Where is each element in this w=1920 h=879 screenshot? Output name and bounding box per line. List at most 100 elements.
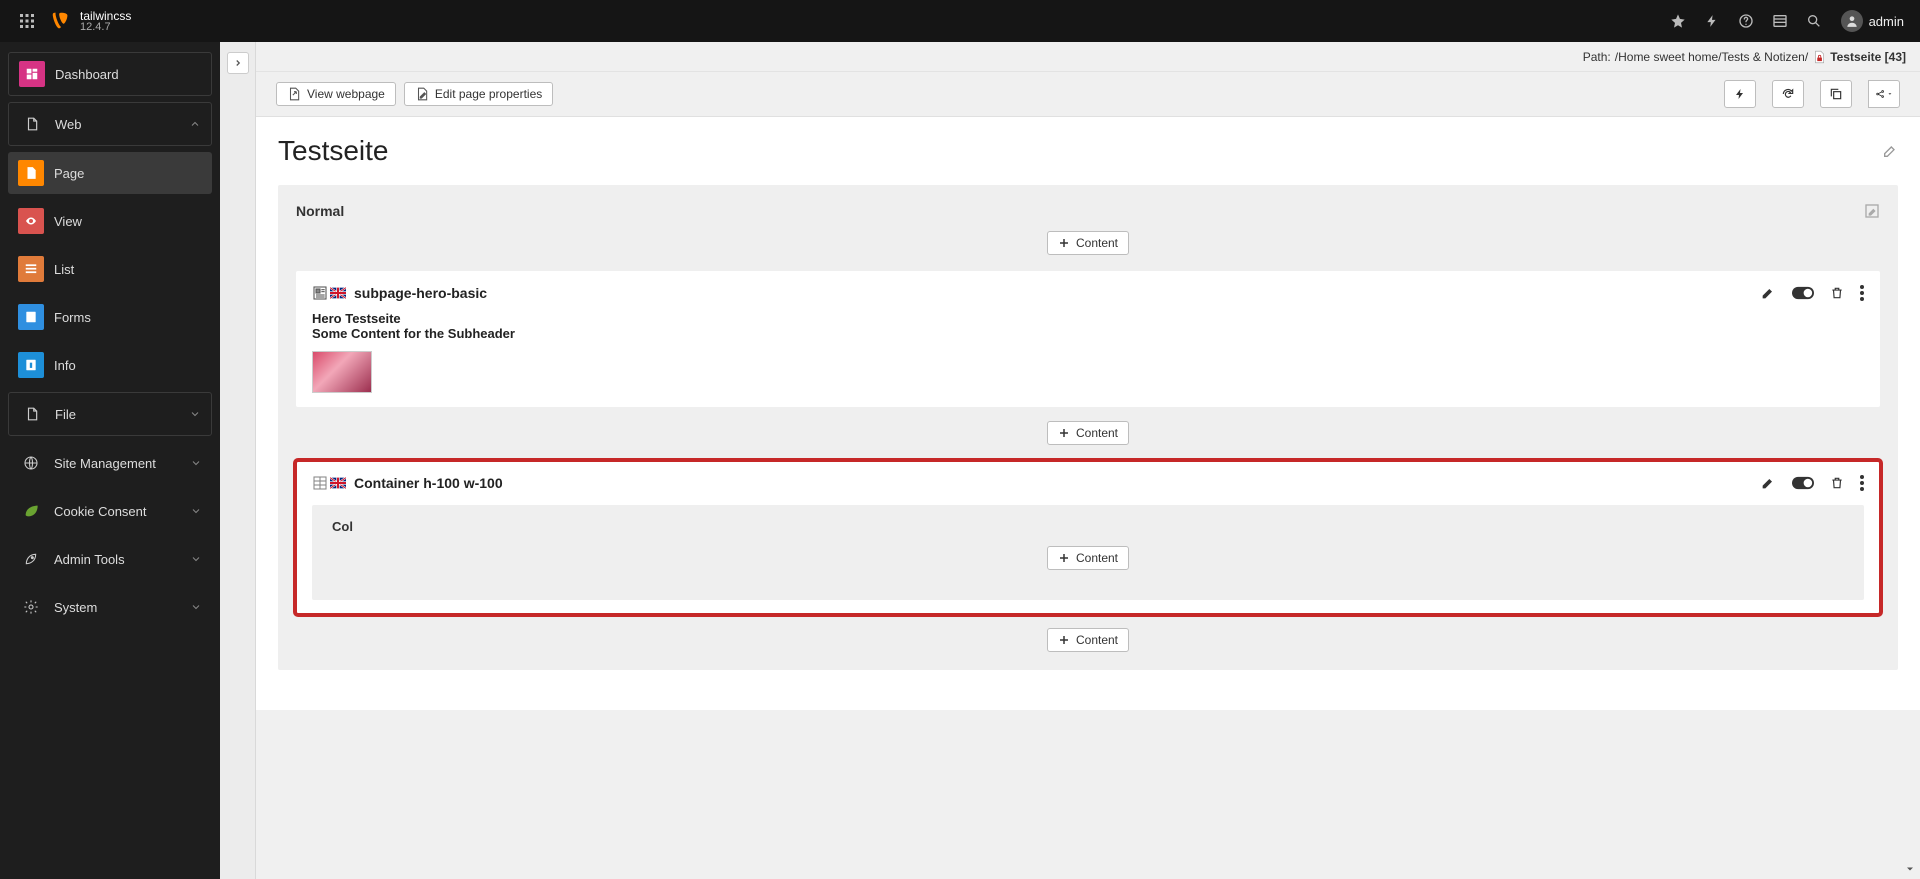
rocket-icon [18,546,44,572]
sidebar-item-site-management[interactable]: Site Management [8,442,212,484]
add-content-button[interactable]: Content [1047,231,1129,255]
sidebar-item-file[interactable]: File [8,392,212,436]
chevron-down-icon [190,601,202,613]
file-icon [19,401,45,427]
info-icon [18,352,44,378]
sidebar-item-label: File [55,407,76,422]
ce-thumbnail [312,351,372,393]
add-content-button[interactable]: Content [1047,546,1129,570]
sidebar-item-system[interactable]: System [8,586,212,628]
sidebar-item-dashboard[interactable]: Dashboard [8,52,212,96]
page-module-icon [18,160,44,186]
current-page-name: Testseite [43] [1830,50,1906,64]
ce-type-icon [312,285,346,301]
plus-icon [1058,237,1070,249]
scroll-down-indicator [1904,863,1916,875]
refresh-button[interactable] [1772,80,1804,108]
forms-icon [18,304,44,330]
content-element[interactable]: subpage-hero-basic Hero Testseite Some C… [296,271,1880,407]
sidebar-item-label: List [54,262,74,277]
toggle-visibility-button[interactable] [1792,286,1814,300]
typo3-logo-icon [50,10,72,32]
ce-header: Hero Testseite [312,311,1864,326]
delete-button[interactable] [1830,285,1844,301]
sidebar-item-label: Info [54,358,76,373]
add-content-button[interactable]: Content [1047,628,1129,652]
version: 12.4.7 [80,22,131,33]
share-button[interactable] [1868,80,1900,108]
ce-type-icon [312,475,346,491]
sidebar-item-label: Dashboard [55,67,119,82]
path-label: Path: [1583,50,1611,64]
content-element-highlighted[interactable]: Container h-100 w-100 Col [296,461,1880,614]
edit-title-button[interactable] [1882,143,1898,159]
button-label: Content [1076,426,1118,440]
column-title: Normal [296,203,344,219]
app-switcher-icon[interactable] [10,0,44,42]
sidebar-item-list[interactable]: List [8,248,212,290]
chevron-down-icon [190,553,202,565]
chevron-down-icon [190,457,202,469]
sidebar-item-label: Site Management [54,456,156,471]
chevron-up-icon [189,118,201,130]
sidebar-item-label: Page [54,166,84,181]
leaf-icon [18,498,44,524]
chevron-down-icon [190,505,202,517]
copy-button[interactable] [1820,80,1852,108]
dashboard-icon [19,61,45,87]
delete-button[interactable] [1830,475,1844,491]
ce-title: subpage-hero-basic [354,285,487,301]
search-icon[interactable] [1797,0,1831,42]
ce-subheader: Some Content for the Subheader [312,326,1864,341]
toggle-visibility-button[interactable] [1792,476,1814,490]
user-name: admin [1869,14,1904,29]
view-webpage-button[interactable]: View webpage [276,82,396,106]
help-icon[interactable] [1729,0,1763,42]
ce-title: Container h-100 w-100 [354,475,503,491]
sidebar-item-label: Forms [54,310,91,325]
container-column-title: Col [328,519,1848,534]
flag-uk-icon [330,287,346,299]
button-label: Content [1076,236,1118,250]
sidebar-item-cookie-consent[interactable]: Cookie Consent [8,490,212,532]
gear-icon [18,594,44,620]
page-icon [19,111,45,137]
sidebar-item-admin-tools[interactable]: Admin Tools [8,538,212,580]
sidebar-item-view[interactable]: View [8,200,212,242]
edit-button[interactable] [1760,285,1776,301]
sidebar-item-info[interactable]: Info [8,344,212,386]
list-module-icon [18,256,44,282]
sidebar-item-label: Admin Tools [54,552,125,567]
external-link-icon [287,87,301,101]
column-edit-icon[interactable] [1864,203,1880,219]
cache-flash-button[interactable] [1724,80,1756,108]
user-menu[interactable]: admin [1835,10,1910,32]
edit-button[interactable] [1760,475,1776,491]
sidebar-item-label: View [54,214,82,229]
list-icon[interactable] [1763,0,1797,42]
avatar-icon [1841,10,1863,32]
flash-icon[interactable] [1695,0,1729,42]
sidebar-item-label: Cookie Consent [54,504,147,519]
path-value: /Home sweet home/Tests & Notizen/ [1615,50,1808,64]
brand[interactable]: tailwincss 12.4.7 [50,10,131,33]
eye-icon [18,208,44,234]
sidebar-item-label: System [54,600,97,615]
bookmark-icon[interactable] [1661,0,1695,42]
collapse-tree-button[interactable] [227,52,249,74]
more-actions-button[interactable] [1860,475,1864,491]
globe-icon [18,450,44,476]
sidebar-item-forms[interactable]: Forms [8,296,212,338]
button-label: View webpage [307,87,385,101]
more-actions-button[interactable] [1860,285,1864,301]
edit-page-icon [415,87,429,101]
plus-icon [1058,552,1070,564]
sidebar-item-page[interactable]: Page [8,152,212,194]
plus-icon [1058,427,1070,439]
sidebar-item-web[interactable]: Web [8,102,212,146]
button-label: Content [1076,633,1118,647]
button-label: Edit page properties [435,87,542,101]
add-content-button[interactable]: Content [1047,421,1129,445]
edit-page-properties-button[interactable]: Edit page properties [404,82,553,106]
site-name: tailwincss [80,10,131,22]
